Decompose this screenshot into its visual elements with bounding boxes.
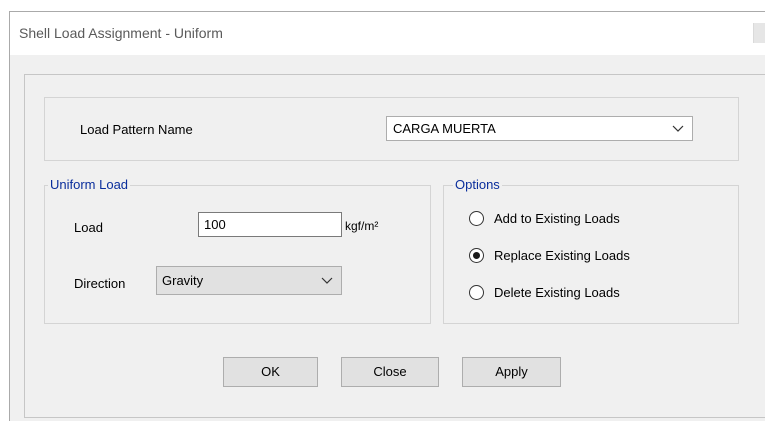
options-legend: Options bbox=[453, 177, 502, 192]
radio-label: Add to Existing Loads bbox=[494, 211, 620, 226]
load-pattern-value: CARGA MUERTA bbox=[393, 121, 496, 136]
ok-button[interactable]: OK bbox=[223, 357, 318, 387]
radio-button[interactable] bbox=[469, 211, 484, 226]
options-group: Options Add to Existing Loads Replace Ex… bbox=[443, 177, 739, 324]
close-icon[interactable] bbox=[753, 23, 765, 43]
shell-load-assignment-dialog: Shell Load Assignment - Uniform Load Pat… bbox=[9, 11, 765, 421]
load-unit: kgf/m² bbox=[345, 219, 379, 233]
direction-dropdown[interactable]: Gravity bbox=[156, 266, 342, 295]
radio-replace-existing[interactable]: Replace Existing Loads bbox=[469, 247, 709, 265]
close-button[interactable]: Close bbox=[341, 357, 439, 387]
load-value-input[interactable]: 100 bbox=[198, 212, 342, 237]
load-value: 100 bbox=[204, 217, 226, 232]
load-pattern-dropdown[interactable]: CARGA MUERTA bbox=[386, 116, 693, 141]
radio-label: Delete Existing Loads bbox=[494, 285, 620, 300]
window-title: Shell Load Assignment - Uniform bbox=[19, 25, 223, 41]
chevron-down-icon bbox=[672, 125, 684, 132]
load-label: Load bbox=[74, 220, 103, 235]
radio-label: Replace Existing Loads bbox=[494, 248, 630, 263]
apply-button[interactable]: Apply bbox=[462, 357, 561, 387]
radio-add-to-existing[interactable]: Add to Existing Loads bbox=[469, 210, 709, 228]
radio-delete-existing[interactable]: Delete Existing Loads bbox=[469, 284, 709, 302]
title-bar: Shell Load Assignment - Uniform bbox=[10, 12, 765, 55]
load-pattern-group: Load Pattern Name CARGA MUERTA bbox=[44, 97, 739, 161]
radio-selected-dot bbox=[473, 252, 480, 259]
chevron-down-icon bbox=[321, 277, 333, 284]
radio-button[interactable] bbox=[469, 248, 484, 263]
radio-button[interactable] bbox=[469, 285, 484, 300]
direction-label: Direction bbox=[74, 276, 126, 291]
uniform-load-group: Uniform Load Load 100 kgf/m² Direction G… bbox=[44, 177, 431, 324]
direction-value: Gravity bbox=[162, 273, 204, 288]
load-pattern-label: Load Pattern Name bbox=[80, 122, 193, 137]
uniform-load-legend: Uniform Load bbox=[48, 177, 131, 192]
